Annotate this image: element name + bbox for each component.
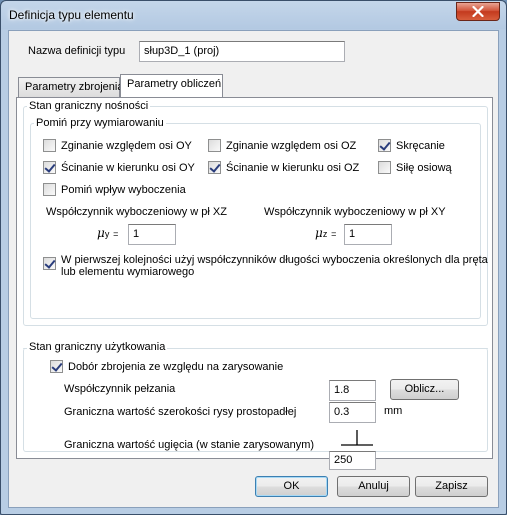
tab-calculation-parameters[interactable]: Parametry obliczeń [120, 74, 223, 97]
omit-torsion-checkbox[interactable]: Skręcanie [378, 139, 445, 152]
omit-groupbox [30, 123, 481, 319]
omit-buckling-checkbox[interactable]: Pomiń wpływ wyboczenia [43, 183, 186, 196]
close-icon [472, 6, 484, 17]
window-title: Definicja typu elementu [9, 8, 134, 22]
mu-z-subscript: z [322, 229, 328, 239]
creep-coefficient-label: Współczynnik pełzania [64, 383, 176, 395]
save-button[interactable]: Zapisz [415, 476, 488, 497]
deflection-label: Graniczna wartość ugięcia (w stanie zary… [64, 439, 315, 451]
uls-group-title: Stan graniczny nośności [27, 100, 151, 112]
mu-z-equals: = [331, 229, 337, 239]
checkbox-label: Zginanie względem osi OY [61, 139, 192, 152]
checkbox-box[interactable] [43, 139, 56, 152]
mu-y-subscript: y [104, 229, 110, 239]
checkbox-label: Zginanie względem osi OZ [226, 139, 357, 152]
ok-button[interactable]: OK [255, 476, 328, 497]
checkbox-box[interactable] [50, 360, 63, 373]
checkbox-box[interactable] [43, 161, 56, 174]
crack-reinforcement-checkbox[interactable]: Dobór zbrojenia ze względu na zarysowani… [50, 360, 283, 373]
omit-shear-oy-checkbox[interactable]: Ścinanie w kierunku osi OY [43, 161, 195, 174]
checkbox-box[interactable] [43, 183, 56, 196]
crack-width-input[interactable]: 0.3 [329, 402, 376, 423]
dialog-window: Definicja typu elementu Nazwa definicji … [0, 0, 507, 515]
crack-width-unit: mm [384, 405, 403, 417]
deflection-fraction-icon [341, 430, 373, 446]
checkbox-box[interactable] [378, 161, 391, 174]
checkbox-label: W pierwszej kolejności użyj współczynnik… [61, 254, 488, 278]
close-button[interactable] [456, 2, 500, 21]
mu-y-equals: = [113, 229, 119, 239]
mu-y-input[interactable]: 1 [128, 224, 176, 245]
title-bar[interactable]: Definicja typu elementu [1, 1, 506, 29]
omit-axial-force-checkbox[interactable]: Siłę osiową [378, 161, 452, 174]
checkbox-box[interactable] [208, 161, 221, 174]
crack-width-label: Graniczna wartość szerokości rysy prosto… [64, 406, 297, 418]
checkbox-label: Pomiń wpływ wyboczenia [61, 183, 186, 196]
checkbox-box[interactable] [378, 139, 391, 152]
use-length-coefficients-checkbox[interactable]: W pierwszej kolejności użyj współczynnik… [43, 254, 488, 278]
checkbox-label: Skręcanie [396, 139, 445, 152]
cancel-button[interactable]: Anuluj [337, 476, 410, 497]
mu-z-input[interactable]: 1 [344, 224, 392, 245]
checkbox-label: Ścinanie w kierunku osi OY [61, 161, 195, 174]
mu-z-symbol: μz = [315, 226, 337, 240]
omit-bending-oz-checkbox[interactable]: Zginanie względem osi OZ [208, 139, 356, 152]
tab-reinforcement-parameters[interactable]: Parametry zbrojenia [18, 77, 123, 97]
buckling-xy-label: Współczynnik wyboczeniowy w pł XY [264, 206, 446, 218]
omit-group-title: Pomiń przy wymiarowaniu [34, 117, 166, 129]
checkbox-label: Dobór zbrojenia ze względu na zarysowani… [68, 360, 284, 373]
definition-name-label: Nazwa definicji typu [28, 45, 126, 57]
checkbox-box[interactable] [208, 139, 221, 152]
omit-shear-oz-checkbox[interactable]: Ścinanie w kierunku osi OZ [208, 161, 359, 174]
buckling-xz-label: Współczynnik wyboczeniowy w pł XZ [46, 206, 227, 218]
creep-coefficient-input[interactable]: 1.8 [329, 380, 376, 401]
calculate-button[interactable]: Oblicz... [390, 379, 459, 400]
omit-bending-oy-checkbox[interactable]: Zginanie względem osi OY [43, 139, 192, 152]
deflection-input[interactable]: 250 [329, 451, 376, 470]
tab-panel-calculation: Stan graniczny nośności Pomiń przy wymia… [16, 97, 493, 470]
checkbox-label: Siłę osiową [396, 161, 452, 174]
mu-y-symbol: μy = [97, 226, 119, 240]
definition-name-input[interactable]: słup3D_1 (proj) [139, 41, 345, 62]
checkbox-box[interactable] [43, 257, 56, 270]
dialog-client-area: Nazwa definicji typu słup3D_1 (proj) Par… [8, 30, 499, 508]
sls-group-title: Stan graniczny użytkowania [27, 341, 168, 353]
checkbox-label: Ścinanie w kierunku osi OZ [226, 161, 360, 174]
